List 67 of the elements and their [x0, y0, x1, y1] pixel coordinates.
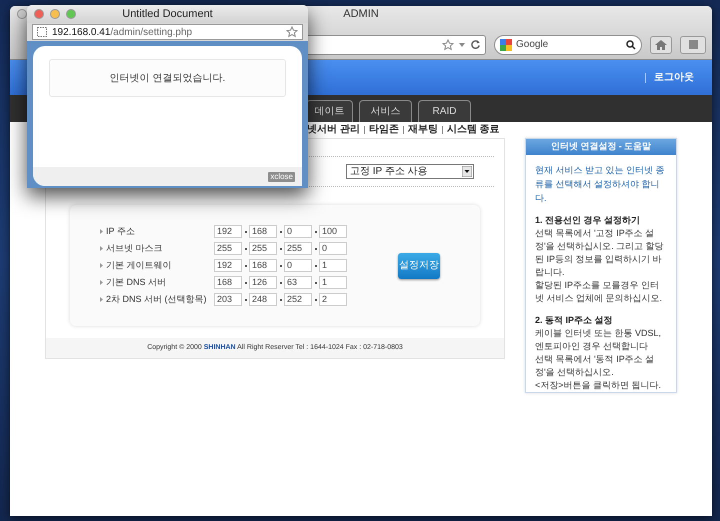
- search-field[interactable]: Google: [494, 34, 642, 54]
- bullet-icon: [100, 263, 103, 268]
- dropdown-icon[interactable]: [458, 40, 466, 48]
- help-text: 선택 목록에서 '고정 IP주소 설정'을 선택하십시오. 그리고 할당된 IP등의 정보를 입력하시기 바랍니다.: [535, 227, 665, 279]
- addon-button[interactable]: [680, 36, 706, 54]
- octet-field[interactable]: 192: [214, 225, 242, 238]
- field-label: 서브넷 마스크: [106, 242, 164, 255]
- reload-icon[interactable]: [470, 39, 481, 50]
- nav-tab[interactable]: RAID: [418, 100, 471, 122]
- help-intro: 현재 서비스 받고 있는 인터넷 종류를 선택해서 설정하셔야 합니다.: [535, 164, 666, 205]
- octet-field[interactable]: 126: [249, 276, 277, 289]
- octet-field[interactable]: 63: [284, 276, 312, 289]
- logout-link[interactable]: 로그아웃: [654, 70, 694, 85]
- popup-title: Untitled Document: [122, 6, 213, 22]
- octet-field[interactable]: 192: [214, 259, 242, 272]
- nav-tab[interactable]: 데이트: [306, 100, 353, 122]
- zoom-icon[interactable]: [66, 9, 76, 19]
- nav-tab[interactable]: 서비스: [359, 100, 412, 122]
- minimize-icon[interactable]: [50, 9, 60, 19]
- octet-field[interactable]: 0: [319, 242, 347, 255]
- google-icon: [500, 38, 512, 50]
- octet-field[interactable]: 1: [319, 276, 347, 289]
- octet-field[interactable]: 1: [319, 259, 347, 272]
- help-text: 선택 목록에서 '동적 IP주소 설정'을 선택하십시오.: [535, 353, 656, 379]
- help-header: 인터넷 연결설정 - 도움말: [526, 139, 676, 155]
- octet-field[interactable]: 2: [319, 293, 347, 306]
- submenu-link[interactable]: 넷서버 관리: [307, 122, 360, 137]
- help-text: <저장>버튼을 클릭하면 됩니다.: [535, 379, 662, 392]
- bullet-icon: [100, 280, 103, 285]
- message-box: 인터넷이 연결되었습니다.: [49, 59, 286, 97]
- help-text: 할당된 IP주소를 모를경우 인터넷 서비스 업체에 문의하십시오.: [535, 279, 664, 305]
- window-title: ADMIN: [343, 6, 379, 22]
- octet-field[interactable]: 203: [214, 293, 242, 306]
- field-label: 기본 게이트웨이: [106, 258, 173, 272]
- home-icon: [655, 40, 667, 50]
- submenu-link[interactable]: 시스템 종료: [446, 122, 500, 137]
- field-label: 기본 DNS 서버: [106, 276, 168, 289]
- search-icon[interactable]: [626, 40, 636, 50]
- help-heading: 2. 동적 IP주소 설정: [535, 314, 614, 327]
- page-icon: [37, 27, 47, 37]
- home-button[interactable]: [650, 36, 672, 54]
- bullet-icon: [100, 229, 103, 234]
- octet-field[interactable]: 168: [249, 225, 277, 238]
- help-heading: 1. 전용선인 경우 설정하기: [535, 214, 642, 227]
- star-icon[interactable]: [286, 26, 298, 38]
- bullet-icon: [100, 297, 103, 302]
- octet-field[interactable]: 100: [319, 225, 347, 238]
- octet-field[interactable]: 255: [214, 242, 242, 255]
- octet-field[interactable]: 248: [249, 293, 277, 306]
- octet-field[interactable]: 252: [284, 293, 312, 306]
- submenu-link[interactable]: 타임존: [368, 122, 399, 137]
- octet-field[interactable]: 168: [214, 276, 242, 289]
- octet-field[interactable]: 168: [249, 259, 277, 272]
- field-label: IP 주소: [106, 224, 136, 238]
- dropdown-icon: [462, 166, 472, 177]
- octet-field[interactable]: 255: [249, 242, 277, 255]
- bullet-icon: [100, 246, 103, 251]
- submenu-link[interactable]: 재부팅: [408, 122, 438, 137]
- connection-select[interactable]: 고정 IP 주소 사용: [346, 164, 474, 179]
- field-label: 2차 DNS 서버 (선택항목): [106, 292, 208, 306]
- star-icon[interactable]: [442, 38, 454, 50]
- octet-field[interactable]: 0: [284, 225, 312, 238]
- help-text: 케이블 인터넷 또는 한통 VDSL, 엔토피아인 경우 선택합니다: [535, 327, 662, 353]
- puzzle-icon: [688, 39, 698, 50]
- octet-field[interactable]: 255: [284, 242, 312, 255]
- octet-field[interactable]: 0: [284, 259, 312, 272]
- url-field[interactable]: 192.168.0.41/admin/setting.php: [32, 24, 303, 40]
